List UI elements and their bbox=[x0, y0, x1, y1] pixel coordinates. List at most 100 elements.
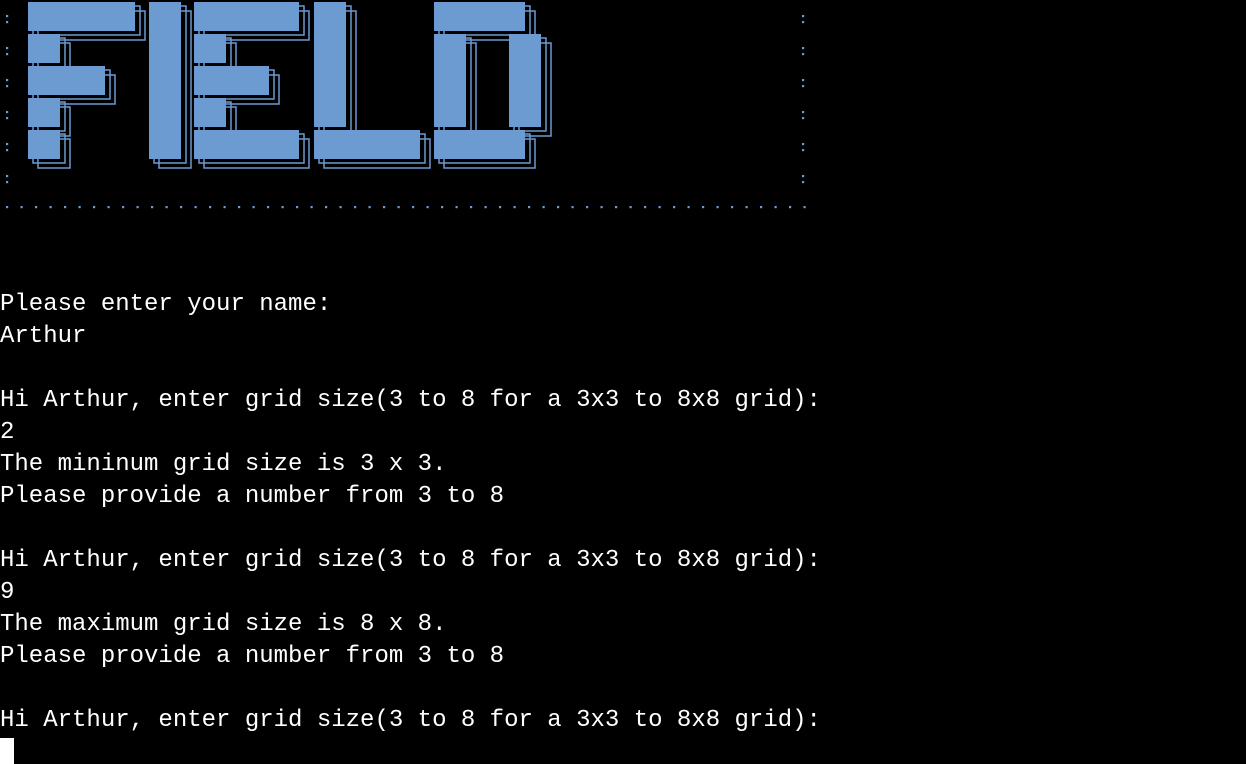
frame-rule-dot bbox=[470, 206, 473, 209]
grid-size-prompt: Hi Arthur, enter grid size(3 to 8 for a … bbox=[0, 547, 821, 574]
frame-colon-dot bbox=[802, 111, 805, 114]
frame-rule-dot bbox=[745, 206, 748, 209]
frame-rule-dot bbox=[412, 206, 415, 209]
frame-rule-dot bbox=[136, 206, 139, 209]
frame-rule-dot bbox=[774, 206, 777, 209]
block-fill bbox=[194, 2, 299, 31]
frame-colon-dot bbox=[6, 53, 9, 56]
banner-letter-l bbox=[314, 2, 420, 159]
grid-size-prompt: Hi Arthur, enter grid size(3 to 8 for a … bbox=[0, 387, 821, 414]
grid-size-entry: 2 bbox=[0, 419, 15, 446]
banner-letter-f bbox=[28, 2, 135, 159]
frame-colon-dot bbox=[6, 149, 9, 152]
frame-rule-dot bbox=[586, 206, 589, 209]
block-fill bbox=[314, 130, 420, 159]
frame-rule-dot bbox=[441, 206, 444, 209]
frame-rule-dot bbox=[180, 206, 183, 209]
frame-rule-dot bbox=[267, 206, 270, 209]
frame-rule-dot bbox=[513, 206, 516, 209]
frame-rule-dot bbox=[455, 206, 458, 209]
block-fill bbox=[28, 34, 60, 63]
frame-rule-dot bbox=[615, 206, 618, 209]
frame-rule-dot bbox=[310, 206, 313, 209]
frame-rule-dot bbox=[397, 206, 400, 209]
block-fill bbox=[28, 98, 60, 127]
frame-rule-dot bbox=[542, 206, 545, 209]
block-fill bbox=[28, 130, 60, 159]
frame-rule-dot bbox=[78, 206, 81, 209]
frame-colon-dot bbox=[6, 143, 9, 146]
frame-rule-dot bbox=[20, 206, 23, 209]
frame-colon-dot bbox=[802, 149, 805, 152]
frame-colon-dot bbox=[802, 15, 805, 18]
frame-rule-dot bbox=[571, 206, 574, 209]
frame-colon-dot bbox=[6, 15, 9, 18]
frame-rule-dot bbox=[702, 206, 705, 209]
frame-rule-dot bbox=[484, 206, 487, 209]
banner-dotted-frame bbox=[6, 15, 806, 209]
frame-rule-dot bbox=[600, 206, 603, 209]
frame-colon-dot bbox=[802, 143, 805, 146]
frame-rule-dot bbox=[296, 206, 299, 209]
terminal-window[interactable]: Please enter your name: Arthur Hi Arthur… bbox=[0, 0, 1246, 764]
frame-rule-dot bbox=[789, 206, 792, 209]
block-fill bbox=[314, 2, 346, 127]
frame-rule-dot bbox=[499, 206, 502, 209]
frame-colon-dot bbox=[6, 181, 9, 184]
frame-rule-dot bbox=[629, 206, 632, 209]
block-fill bbox=[194, 66, 269, 95]
banner-letter-d bbox=[434, 2, 541, 159]
frame-rule-dot bbox=[223, 206, 226, 209]
frame-rule-dot bbox=[354, 206, 357, 209]
frame-colon-dot bbox=[6, 175, 9, 178]
frame-rule-dot bbox=[687, 206, 690, 209]
terminal-cursor[interactable] bbox=[0, 738, 14, 764]
frame-rule-dot bbox=[644, 206, 647, 209]
name-prompt: Please enter your name: bbox=[0, 291, 332, 318]
frame-colon-dot bbox=[6, 117, 9, 120]
frame-colon-dot bbox=[802, 53, 805, 56]
frame-rule-dot bbox=[339, 206, 342, 209]
block-fill bbox=[434, 34, 466, 127]
name-entry: Arthur bbox=[0, 323, 87, 350]
frame-rule-dot bbox=[238, 206, 241, 209]
block-fill bbox=[509, 34, 541, 127]
frame-rule-dot bbox=[93, 206, 96, 209]
frame-colon-dot bbox=[802, 175, 805, 178]
frame-rule-dot bbox=[35, 206, 38, 209]
frame-rule-dot bbox=[803, 206, 806, 209]
frame-rule-dot bbox=[760, 206, 763, 209]
frame-colon-dot bbox=[802, 79, 805, 82]
frame-rule-dot bbox=[194, 206, 197, 209]
frame-rule-dot bbox=[368, 206, 371, 209]
frame-colon-dot bbox=[802, 117, 805, 120]
frame-colon-dot bbox=[802, 21, 805, 24]
banner-letter-e bbox=[194, 2, 299, 159]
frame-rule-dot bbox=[281, 206, 284, 209]
frame-colon-dot bbox=[6, 47, 9, 50]
frame-rule-dot bbox=[658, 206, 661, 209]
frame-rule-dot bbox=[673, 206, 676, 209]
frame-rule-dot bbox=[122, 206, 125, 209]
max-size-error: The maximum grid size is 8 x 8. bbox=[0, 611, 447, 638]
frame-rule-dot bbox=[383, 206, 386, 209]
block-fill bbox=[28, 66, 105, 95]
frame-colon-dot bbox=[6, 21, 9, 24]
frame-rule-dot bbox=[731, 206, 734, 209]
block-fill bbox=[194, 130, 299, 159]
grid-size-prompt: Hi Arthur, enter grid size(3 to 8 for a … bbox=[0, 707, 821, 734]
frame-rule-dot bbox=[528, 206, 531, 209]
min-size-error: The mininum grid size is 3 x 3. bbox=[0, 451, 447, 478]
frame-rule-dot bbox=[64, 206, 67, 209]
frame-rule-dot bbox=[209, 206, 212, 209]
block-fill bbox=[194, 34, 226, 63]
range-hint: Please provide a number from 3 to 8 bbox=[0, 643, 505, 670]
block-fill bbox=[434, 130, 525, 159]
frame-rule-dot bbox=[325, 206, 328, 209]
frame-rule-dot bbox=[252, 206, 255, 209]
frame-colon-dot bbox=[802, 47, 805, 50]
frame-rule-dot bbox=[716, 206, 719, 209]
frame-rule-dot bbox=[165, 206, 168, 209]
frame-colon-dot bbox=[6, 111, 9, 114]
frame-rule-dot bbox=[151, 206, 154, 209]
